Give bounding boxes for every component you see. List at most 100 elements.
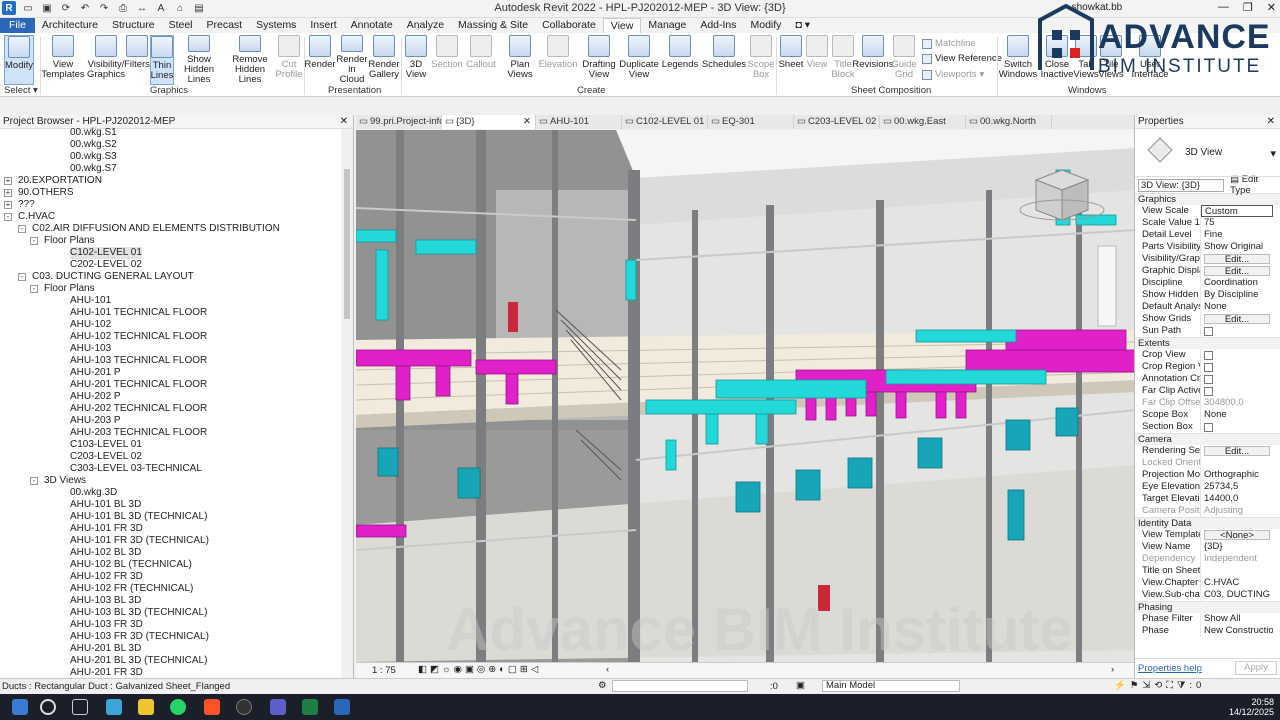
tab-systems[interactable]: Systems — [249, 18, 303, 33]
property-value[interactable]: Edit... — [1201, 265, 1273, 277]
tree-item[interactable]: AHU-202 P — [0, 391, 342, 403]
property-value[interactable]: Orthographic — [1201, 469, 1273, 481]
view-tab[interactable]: ▭ 99.pri.Project-info — [356, 115, 442, 129]
property-value[interactable]: Fine — [1201, 229, 1273, 241]
tab-precast[interactable]: Precast — [200, 18, 250, 33]
tab-file[interactable]: File — [0, 18, 35, 33]
revisions-button[interactable]: Revisions — [852, 35, 894, 85]
whatsapp-icon[interactable] — [170, 699, 186, 715]
file-explorer-icon[interactable] — [138, 699, 154, 715]
view-placement-button[interactable]: View — [806, 35, 828, 85]
tree-item[interactable]: AHU-101 FR 3D (TECHNICAL) — [0, 535, 342, 547]
tree-item[interactable]: - Floor Plans — [0, 283, 342, 295]
checkbox[interactable] — [1204, 423, 1213, 432]
checkbox[interactable] — [1204, 363, 1213, 372]
collapse-icon[interactable]: - — [4, 213, 12, 221]
tree-item[interactable]: AHU-103 TECHNICAL FLOOR — [0, 355, 342, 367]
tab-manage[interactable]: Manage — [641, 18, 693, 33]
checkbox[interactable] — [1204, 387, 1213, 396]
chrome-icon[interactable] — [236, 699, 252, 715]
plan-views-button[interactable]: Plan Views — [506, 35, 534, 85]
tree-item[interactable]: C103-LEVEL 01 — [0, 439, 342, 451]
collapse-icon[interactable]: - — [30, 285, 38, 293]
design-option-dropdown[interactable]: Main Model — [822, 680, 960, 692]
tree-item[interactable]: AHU-101 — [0, 295, 342, 307]
render-in-cloud-button[interactable]: Render in Cloud — [336, 35, 368, 85]
property-value[interactable]: C.HVAC — [1201, 577, 1273, 589]
design-options-icon[interactable]: ▣ — [796, 680, 805, 691]
tree-item[interactable]: AHU-201 BL 3D (TECHNICAL) — [0, 655, 342, 667]
tree-item[interactable]: AHU-102 TECHNICAL FLOOR — [0, 331, 342, 343]
checkbox[interactable] — [1204, 327, 1213, 336]
tree-item[interactable]: AHU-103 FR 3D (TECHNICAL) — [0, 631, 342, 643]
task-view-icon[interactable] — [72, 699, 88, 715]
worksets-icon[interactable]: ⚙ — [598, 680, 607, 691]
teams-icon[interactable] — [270, 699, 286, 715]
tree-item[interactable]: AHU-101 FR 3D — [0, 523, 342, 535]
property-value[interactable]: Edit... — [1201, 253, 1273, 265]
view-tab[interactable]: ▭ AHU-101 — [536, 115, 622, 129]
legends-button[interactable]: Legends — [662, 35, 698, 85]
contextual-toggle-icon[interactable]: ◘ ▾ — [788, 18, 817, 33]
view-reference-button[interactable]: View Reference — [922, 53, 1002, 64]
sheet-button[interactable]: Sheet — [779, 35, 803, 85]
tab-analyze[interactable]: Analyze — [400, 18, 451, 33]
tree-item[interactable]: C202-LEVEL 02 — [0, 259, 342, 271]
collapse-icon[interactable]: - — [30, 237, 38, 245]
expand-icon[interactable]: + — [4, 201, 12, 209]
tab-steel[interactable]: Steel — [162, 18, 200, 33]
tree-item[interactable]: C303-LEVEL 03-TECHNICAL — [0, 463, 342, 475]
property-edit-button[interactable]: Edit... — [1204, 266, 1270, 276]
scroll-right-icon[interactable]: › — [1111, 664, 1114, 675]
tab-collaborate[interactable]: Collaborate — [535, 18, 603, 33]
view-tab[interactable]: ▭ {3D} ✕ — [442, 115, 536, 129]
tree-item[interactable]: AHU-101 TECHNICAL FLOOR — [0, 307, 342, 319]
browser-scrollbar[interactable] — [341, 129, 353, 678]
tree-item[interactable]: -3D Views — [0, 475, 342, 487]
search-icon[interactable] — [40, 699, 56, 715]
selection-filter-icons[interactable]: ⚡⚑⇲⟲⛶⧩:0 — [1114, 680, 1205, 691]
drafting-view-button[interactable]: Drafting View — [582, 35, 616, 85]
tree-item[interactable]: - C.HVAC — [0, 211, 342, 223]
property-value[interactable]: Edit... — [1201, 445, 1273, 457]
windows-start-icon[interactable] — [12, 699, 28, 715]
tab-structure[interactable]: Structure — [105, 18, 162, 33]
collapse-icon[interactable]: - — [18, 273, 26, 281]
tree-item[interactable]: AHU-201 P — [0, 367, 342, 379]
property-value[interactable]: Custom — [1201, 205, 1273, 217]
view-templates-button[interactable]: View Templates — [41, 35, 85, 85]
tree-item[interactable]: +20.EXPORTATION — [0, 175, 342, 187]
view-control-icons[interactable]: ◧◩☼◉▣◎⊕◐▢⊞◁ — [418, 664, 541, 675]
scroll-thumb[interactable] — [344, 169, 350, 319]
visibility-graphics-button[interactable]: Visibility/ Graphics — [86, 35, 126, 85]
property-value[interactable] — [1201, 421, 1273, 433]
property-value[interactable]: Edit... — [1201, 313, 1273, 325]
apply-button[interactable]: Apply — [1235, 661, 1277, 675]
tree-item[interactable]: AHU-103 BL 3D (TECHNICAL) — [0, 607, 342, 619]
edge-icon[interactable] — [106, 699, 122, 715]
close-tab-icon[interactable]: ✕ — [523, 115, 531, 129]
property-value[interactable]: 75 — [1201, 217, 1273, 229]
property-value[interactable]: C03. DUCTING G... — [1201, 589, 1273, 601]
view-tab[interactable]: ▭ C102-LEVEL 01 — [622, 115, 708, 129]
select-panel-label[interactable]: Select ▾ — [4, 85, 38, 96]
tree-item[interactable]: 00.wkg.3D — [0, 487, 342, 499]
tab-insert[interactable]: Insert — [303, 18, 343, 33]
tree-item[interactable]: AHU-102 — [0, 319, 342, 331]
tree-item[interactable]: AHU-102 BL 3D — [0, 547, 342, 559]
3d-viewport[interactable]: Advance BIM Institute — [356, 130, 1134, 662]
tree-item[interactable]: AHU-203 TECHNICAL FLOOR — [0, 427, 342, 439]
tree-item[interactable]: AHU-101 BL 3D — [0, 499, 342, 511]
tree-item[interactable]: C102-LEVEL 01 — [0, 247, 342, 259]
property-value[interactable] — [1201, 565, 1273, 577]
property-group-header[interactable]: Identity Data — [1135, 517, 1280, 529]
collapse-icon[interactable]: - — [18, 225, 26, 233]
property-value[interactable]: <None> — [1201, 529, 1273, 541]
section-button[interactable]: Section — [431, 35, 463, 85]
tab-architecture[interactable]: Architecture — [35, 18, 105, 33]
tree-item[interactable]: - C02.AIR DIFFUSION AND ELEMENTS DISTRIBU… — [0, 223, 342, 235]
property-value[interactable]: {3D} — [1201, 541, 1273, 553]
tree-item[interactable]: C203-LEVEL 02 — [0, 451, 342, 463]
property-value[interactable]: 14400,0 — [1201, 493, 1273, 505]
view-scale[interactable]: 1 : 75 — [372, 665, 396, 676]
